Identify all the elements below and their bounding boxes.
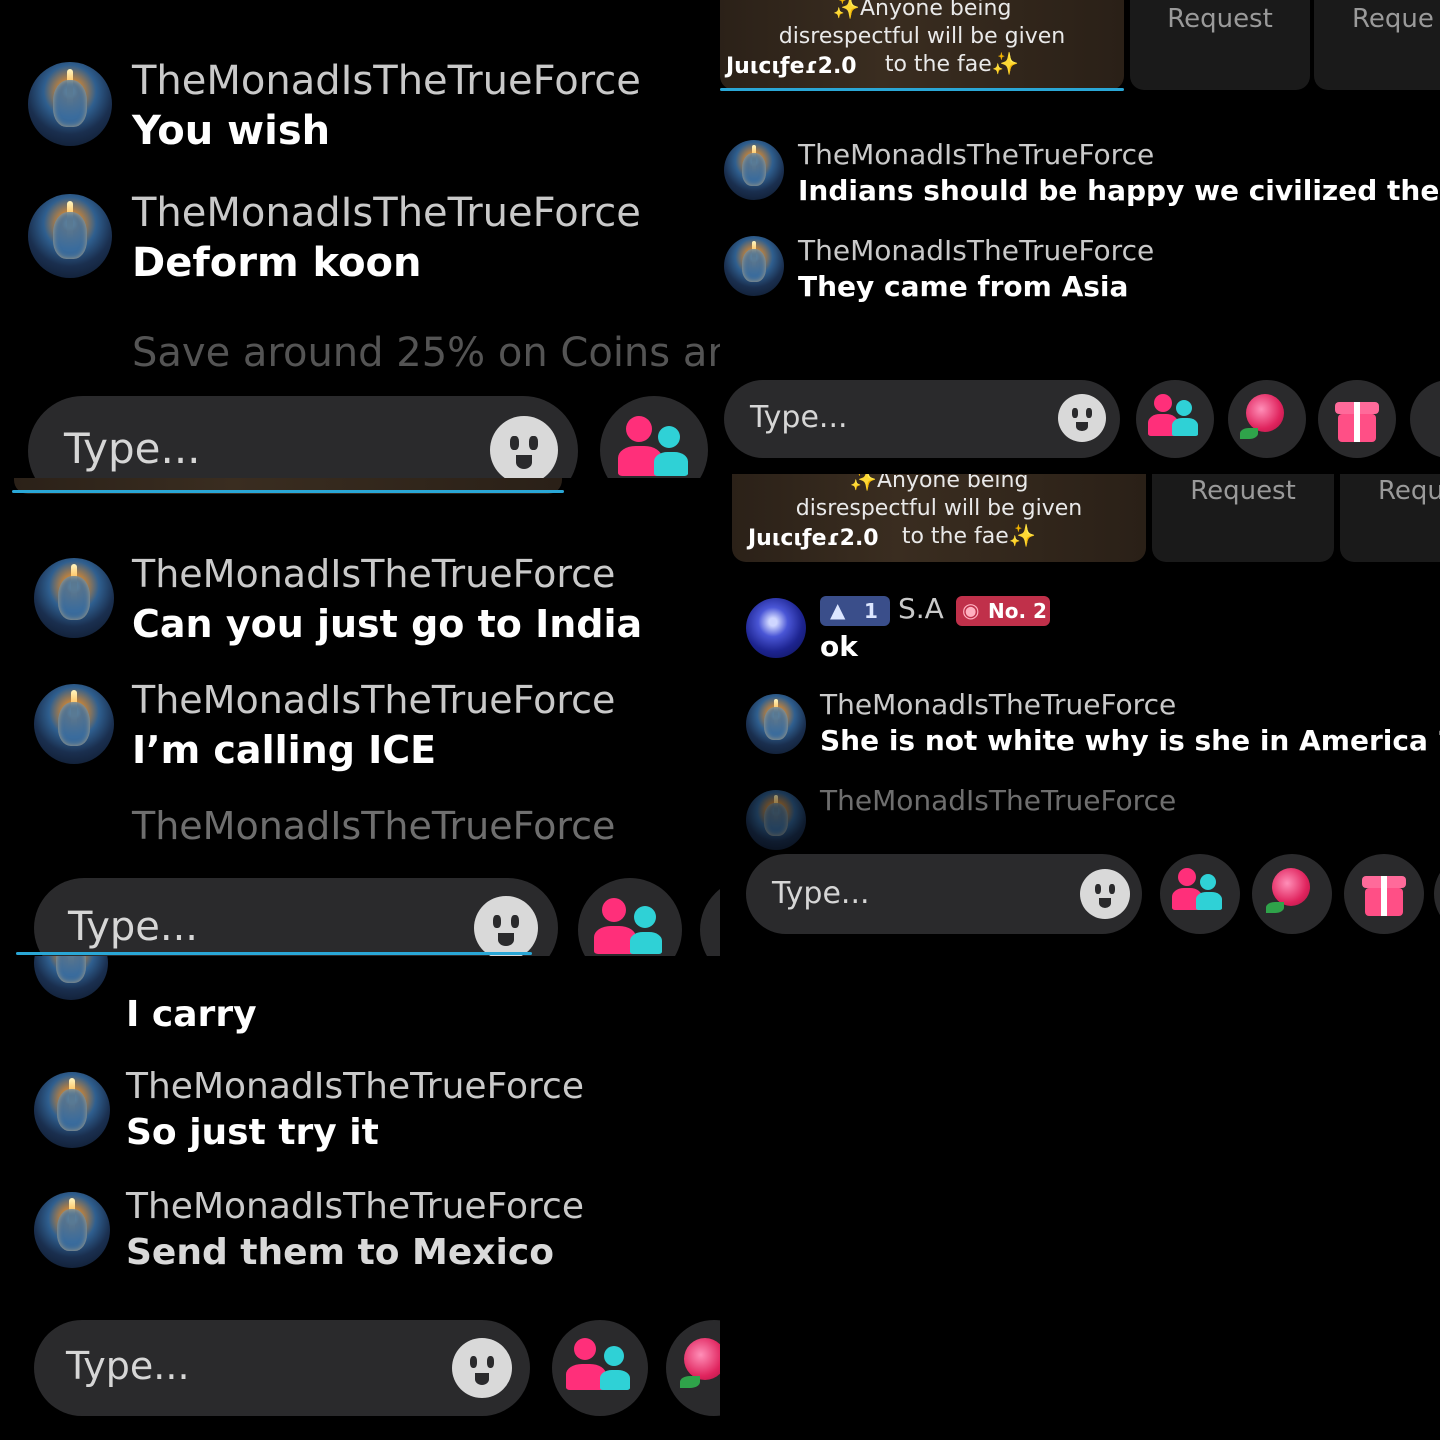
message-text: So just try it [126, 1112, 379, 1153]
username[interactable]: TheMonadIsTheTrueForce [132, 552, 615, 596]
promo-message-partial: Save around 25% on Coins an [132, 330, 720, 376]
multi-guest-button[interactable] [600, 396, 708, 478]
level-badge: ▲ 1 [820, 596, 890, 626]
chat-panel-1: TheMonadIsTheTrueForce You wish TheMonad… [0, 0, 720, 478]
type-placeholder: Type... [68, 904, 199, 950]
type-placeholder: Type... [64, 424, 201, 473]
request-tab-label-partial: Requ [1378, 476, 1440, 506]
user-avatar[interactable] [34, 684, 114, 764]
rank-badge: ◉ No. 2 [956, 596, 1050, 626]
banner-line-2: disrespectful will be given [778, 24, 1066, 49]
comment-input[interactable]: Type... [34, 1320, 530, 1416]
message-text: Send them to Mexico [126, 1232, 554, 1273]
gift-icon[interactable] [1318, 380, 1396, 458]
request-tab-label: Request [1167, 4, 1273, 34]
banner-line-2: disrespectful will be given [795, 496, 1083, 521]
rank-value: No. 2 [988, 599, 1047, 623]
request-tab-label-partial: Reque [1352, 4, 1434, 34]
emoji-icon[interactable] [1058, 394, 1106, 442]
username[interactable]: TheMonadIsTheTrueForce [126, 1066, 584, 1107]
comment-input[interactable]: Type... [28, 396, 578, 478]
rose-gift-button[interactable] [666, 1320, 720, 1416]
message-text: Deform koon [132, 240, 422, 286]
message-text: I’m calling ICE [132, 728, 437, 772]
username-partial: TheMonadIsTheTrueForce [132, 804, 616, 848]
empty-area [720, 956, 1440, 1440]
user-avatar[interactable] [724, 236, 784, 296]
user-avatar[interactable] [34, 1192, 110, 1268]
message-text: Indians should be happy we civilized the… [798, 174, 1440, 207]
banner-signature: Juιcιƒeɾ2.0 [726, 54, 857, 79]
multi-guest-button[interactable] [578, 878, 682, 956]
message-text: You wish [132, 108, 331, 154]
rose-gift-button[interactable] [1228, 380, 1306, 458]
comment-input[interactable]: Type... [34, 878, 558, 956]
message-text: Can you just go to India [132, 602, 643, 646]
type-placeholder: Type... [66, 1344, 190, 1388]
request-tab[interactable]: Request [1130, 0, 1310, 90]
username[interactable]: TheMonadIsTheTrueForce [798, 138, 1154, 171]
user-avatar[interactable] [28, 62, 112, 146]
more-button-partial[interactable] [1434, 854, 1440, 934]
username[interactable]: S.A [898, 592, 944, 625]
message-text: They came from Asia [798, 270, 1129, 303]
chat-panel-4: ✨Anyone being disrespectful will be give… [720, 0, 1440, 474]
banner-line-1: ✨Anyone being [832, 0, 1012, 21]
user-avatar-partial[interactable] [34, 956, 108, 1000]
more-button-partial[interactable] [1410, 380, 1440, 458]
user-avatar-partial[interactable] [746, 790, 806, 850]
emoji-icon[interactable] [452, 1338, 512, 1398]
pinned-banner[interactable]: ✨Anyone being disrespectful will be give… [720, 0, 1124, 90]
banner-line-1: ✨Anyone being [849, 474, 1029, 493]
user-avatar[interactable] [34, 558, 114, 638]
username[interactable]: TheMonadIsTheTrueForce [132, 678, 615, 722]
user-avatar[interactable] [724, 140, 784, 200]
request-tab[interactable]: Request [1152, 474, 1334, 562]
chat-panel-5: ✨Anyone being disrespectful will be give… [720, 474, 1440, 956]
user-avatar[interactable] [34, 1072, 110, 1148]
level-value: 1 [864, 599, 878, 623]
type-placeholder: Type... [772, 876, 870, 911]
request-tab-label: Request [1190, 476, 1296, 506]
username[interactable]: TheMonadIsTheTrueForce [132, 190, 641, 236]
chat-panel-2: TheMonadIsTheTrueForce Can you just go t… [0, 478, 720, 956]
username-partial: TheMonadIsTheTrueForce [820, 784, 1177, 817]
user-avatar[interactable] [746, 598, 806, 658]
multi-guest-button[interactable] [552, 1320, 648, 1416]
pinned-banner[interactable]: ✨Anyone being disrespectful will be give… [732, 474, 1146, 562]
emoji-icon[interactable] [474, 896, 538, 956]
emoji-icon[interactable] [490, 416, 558, 478]
chat-panel-3: I carry TheMonadIsTheTrueForce So just t… [0, 956, 720, 1440]
request-tab-partial[interactable]: Requ [1340, 474, 1440, 562]
comment-input[interactable]: Type... [724, 380, 1120, 458]
banner-signature: Juιcιƒeɾ2.0 [748, 526, 879, 551]
user-avatar[interactable] [28, 194, 112, 278]
emoji-icon[interactable] [1080, 869, 1130, 919]
message-text: She is not white why is she in America ? [820, 724, 1440, 757]
banner-highlight [16, 952, 532, 955]
level-icon: ▲ [830, 598, 846, 622]
comment-input[interactable]: Type... [746, 854, 1142, 934]
username[interactable]: TheMonadIsTheTrueForce [132, 58, 641, 104]
banner-highlight [720, 88, 1124, 91]
request-tab-partial[interactable]: Reque [1314, 0, 1440, 90]
username[interactable]: TheMonadIsTheTrueForce [126, 1186, 584, 1227]
message-text-partial: I carry [126, 994, 257, 1035]
type-placeholder: Type... [750, 400, 848, 435]
rose-gift-button-partial[interactable] [700, 878, 720, 956]
message-text: ok [820, 630, 858, 663]
medal-icon: ◉ [962, 598, 980, 622]
username[interactable]: TheMonadIsTheTrueForce [820, 688, 1176, 721]
rose-gift-button[interactable] [1252, 854, 1332, 934]
multi-guest-button[interactable] [1160, 854, 1240, 934]
banner-highlight [12, 490, 564, 493]
username[interactable]: TheMonadIsTheTrueForce [798, 234, 1154, 267]
gift-icon[interactable] [1344, 854, 1424, 934]
user-avatar[interactable] [746, 694, 806, 754]
multi-guest-button[interactable] [1136, 380, 1214, 458]
